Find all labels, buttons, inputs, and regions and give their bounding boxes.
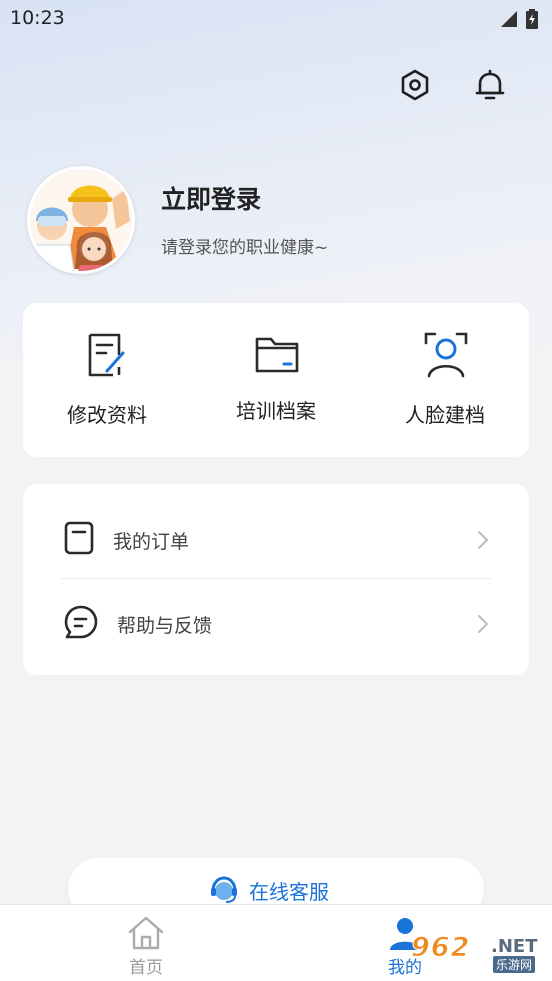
status-bar: 10:23 xyxy=(0,0,552,38)
edit-document-icon xyxy=(88,333,125,377)
face-scan-icon xyxy=(424,332,468,378)
battery-icon xyxy=(526,9,538,29)
chevron-right-icon xyxy=(478,531,489,549)
settings-icon[interactable] xyxy=(398,68,432,102)
chevron-right-icon xyxy=(478,615,489,633)
watermark-suffix: .NET xyxy=(491,936,538,957)
status-time: 10:23 xyxy=(10,7,65,29)
quick-action-label: 人脸建档 xyxy=(405,403,485,427)
watermark-brand: 962 xyxy=(410,932,471,964)
tab-home-label: 首页 xyxy=(129,958,163,978)
quick-action-label: 修改资料 xyxy=(67,403,147,427)
watermark-logo: 962 .NET 乐游网 xyxy=(410,930,551,978)
online-service-label: 在线客服 xyxy=(249,880,329,904)
avatar-illustration xyxy=(30,169,132,271)
order-icon xyxy=(64,521,94,555)
quick-actions-card: 修改资料 培训档案 人脸建档 xyxy=(23,303,529,457)
folder-icon xyxy=(255,337,299,373)
watermark-sub: 乐游网 xyxy=(493,956,536,973)
feedback-chat-icon xyxy=(64,605,98,639)
quick-action-label: 培训档案 xyxy=(236,399,316,423)
login-title[interactable]: 立即登录 xyxy=(161,180,261,216)
quick-action-face-record[interactable]: 人脸建档 xyxy=(361,303,529,457)
avatar[interactable] xyxy=(27,166,135,274)
headset-icon xyxy=(211,876,237,903)
quick-action-training-records[interactable]: 培训档案 xyxy=(192,303,360,457)
menu-item-help-feedback[interactable]: 帮助与反馈 xyxy=(23,574,529,666)
signal-icon xyxy=(501,11,517,27)
menu-item-label: 我的订单 xyxy=(113,531,190,553)
login-subtitle: 请登录您的职业健康~ xyxy=(161,238,329,258)
quick-action-edit-profile[interactable]: 修改资料 xyxy=(23,303,191,457)
tab-home[interactable]: 首页 xyxy=(86,905,206,981)
menu-card: 我的订单 帮助与反馈 xyxy=(23,484,529,675)
home-icon xyxy=(128,916,164,950)
bell-icon[interactable] xyxy=(473,68,507,102)
menu-item-label: 帮助与反馈 xyxy=(117,615,213,637)
status-icons xyxy=(500,9,538,29)
menu-item-my-orders[interactable]: 我的订单 xyxy=(23,490,529,582)
